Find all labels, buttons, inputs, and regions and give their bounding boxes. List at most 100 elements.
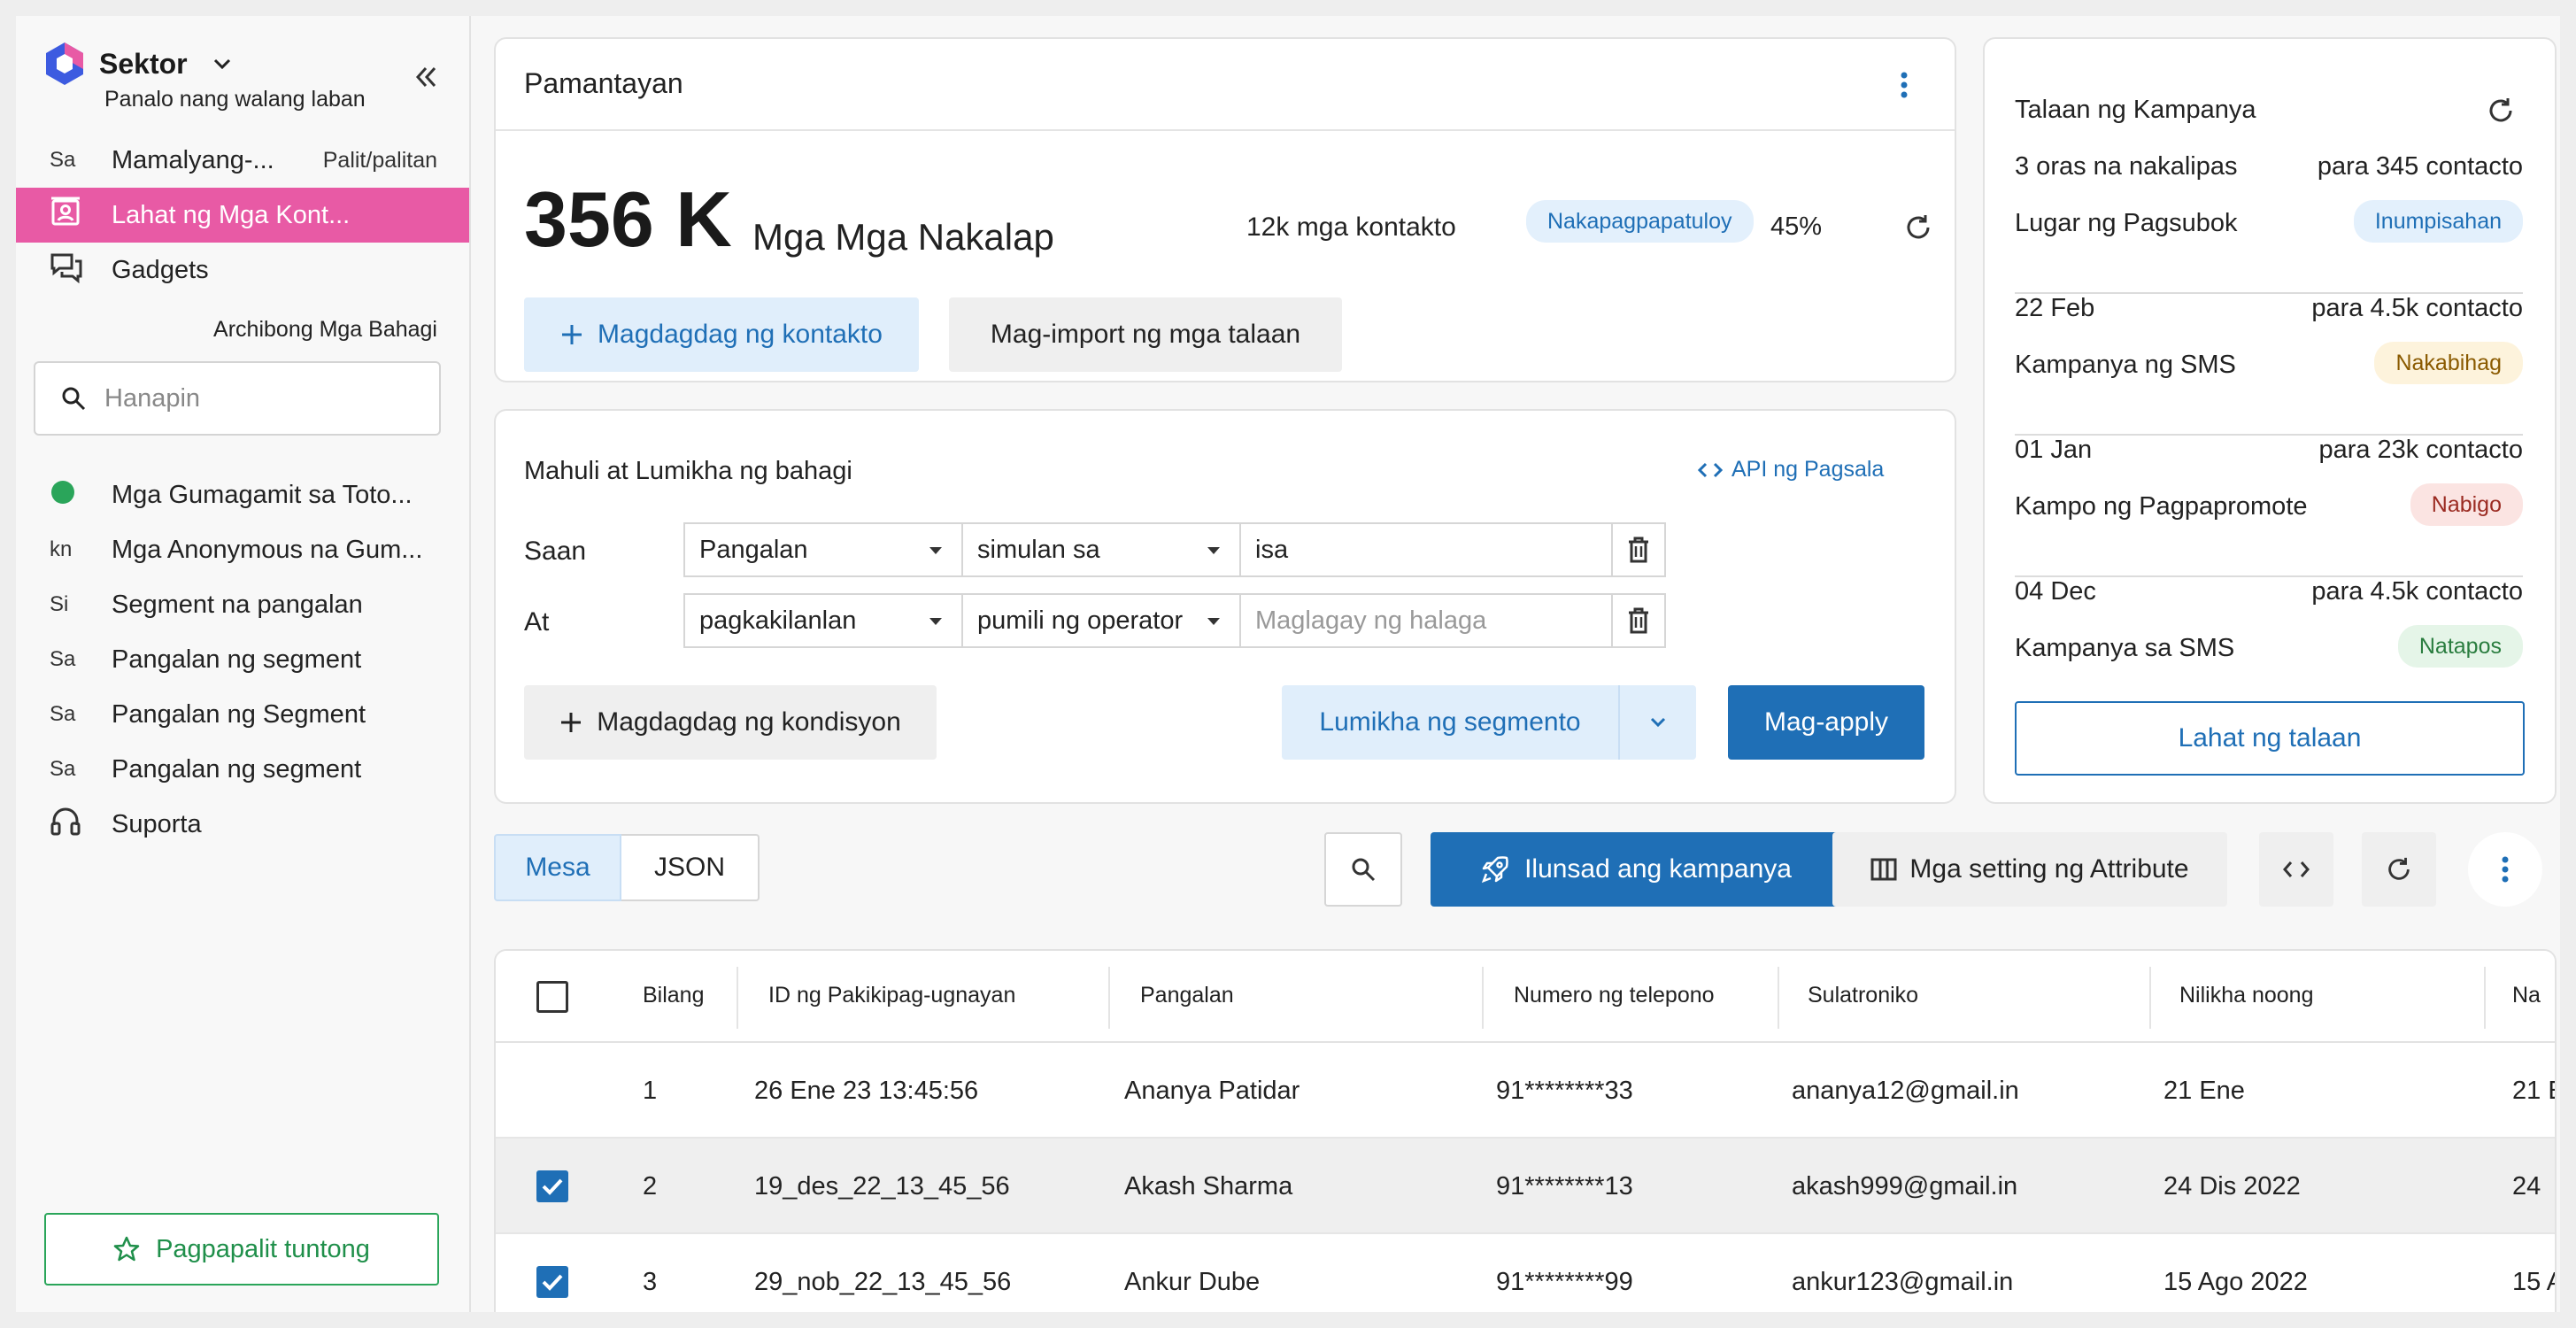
- view-json-tab[interactable]: JSON: [621, 834, 760, 901]
- field-select[interactable]: Pangalan: [683, 522, 963, 577]
- add-condition-label: Magdagdag ng kondisyon: [597, 707, 901, 737]
- checkmark-icon: [542, 1178, 563, 1195]
- more-vertical-icon: [2502, 856, 2509, 883]
- campaign-item[interactable]: 3 oras na nakalipas para 345 contacto Lu…: [2015, 152, 2523, 294]
- brand-name: Sektor: [99, 47, 188, 80]
- campaign-item[interactable]: 04 Dec para 4.5k contacto Kampanya sa SM…: [2015, 577, 2523, 719]
- code-view-button[interactable]: [2259, 832, 2333, 907]
- all-list-button[interactable]: Lahat ng talaan: [2015, 701, 2525, 776]
- add-condition-button[interactable]: Magdagdag ng kondisyon: [524, 685, 937, 760]
- column-header-name[interactable]: Pangalan: [1140, 983, 1234, 1008]
- contacts-count: 12k mga kontakto: [1246, 212, 1456, 242]
- chevron-down-icon: [1650, 717, 1666, 728]
- value-input[interactable]: Maglagay ng halaga: [1239, 593, 1613, 648]
- more-vertical-icon[interactable]: [1900, 71, 1909, 99]
- campaign-item[interactable]: 01 Jan para 23k contacto Kampo ng Pagpap…: [2015, 436, 2523, 577]
- search-input[interactable]: Hanapin: [34, 361, 441, 436]
- sidebar-item-segment-3[interactable]: Sa Pangalan ng Segment: [16, 687, 469, 742]
- table-refresh-button[interactable]: [2362, 832, 2436, 907]
- campaign-date: 01 Jan: [2015, 436, 2093, 464]
- refresh-icon[interactable]: [2486, 96, 2516, 126]
- caret-down-icon: [929, 547, 942, 554]
- column-header-contact-id[interactable]: ID ng Pakikipag-ugnayan: [768, 983, 1015, 1008]
- value-input[interactable]: isa: [1239, 522, 1613, 577]
- add-contact-button[interactable]: Magdagdag ng kontakto: [524, 297, 919, 372]
- table-row[interactable]: 1 26 Ene 23 13:45:56 Ananya Patidar 91**…: [496, 1043, 2555, 1139]
- cell-name: Ankur Dube: [1124, 1268, 1261, 1296]
- cell-contact-id: 29_nob_22_13_45_56: [754, 1268, 1012, 1296]
- launch-campaign-label: Ilunsad ang kampanya: [1524, 854, 1792, 884]
- progress-percent: 45%: [1770, 212, 1823, 241]
- column-divider: [737, 967, 738, 1029]
- sidebar-item-label: Segment na pangalan: [112, 590, 363, 619]
- column-header-phone[interactable]: Numero ng telepono: [1514, 983, 1715, 1008]
- campaign-name: Lugar ng Pagsubok: [2015, 209, 2238, 237]
- cell-phone: 91********99: [1496, 1268, 1633, 1296]
- cell-created: 15 Ago 2022: [2163, 1268, 2308, 1296]
- cell-number: 1: [643, 1077, 658, 1105]
- table-more-button[interactable]: [2468, 832, 2542, 907]
- cell-email: ankur123@gmail.in: [1792, 1268, 2014, 1296]
- campaign-item[interactable]: 22 Feb para 4.5k contacto Kampanya ng SM…: [2015, 294, 2523, 436]
- contacts-table: Bilang ID ng Pakikipag-ugnayan Pangalan …: [494, 949, 2557, 1312]
- select-all-checkbox[interactable]: [536, 981, 568, 1013]
- chevron-down-icon[interactable]: [211, 52, 234, 75]
- sidebar-item-gadgets[interactable]: Gadgets: [16, 243, 469, 297]
- collapse-sidebar-icon[interactable]: [411, 62, 441, 92]
- column-header-created[interactable]: Nilikha noong: [2179, 983, 2314, 1008]
- column-header-extra[interactable]: Na: [2512, 983, 2541, 1008]
- field-select[interactable]: pagkakilanlan: [683, 593, 963, 648]
- headset-icon: [50, 806, 85, 844]
- sidebar-item-support[interactable]: Suporta: [16, 797, 469, 852]
- row-checkbox[interactable]: [536, 1266, 568, 1298]
- sidebar-item-segment-2[interactable]: Sa Pangalan ng segment: [16, 632, 469, 687]
- column-header-number[interactable]: Bilang: [643, 983, 705, 1008]
- trash-icon: [1629, 607, 1648, 634]
- refresh-icon[interactable]: [1903, 212, 1933, 243]
- column-divider: [1482, 967, 1484, 1029]
- total-count: 356 K: [524, 175, 732, 263]
- campaign-status-badge: Natapos: [2397, 625, 2523, 668]
- sidebar-item-real-users[interactable]: Mga Gumagamit sa Toto...: [16, 467, 469, 522]
- operator-select[interactable]: simulan sa: [961, 522, 1241, 577]
- value-input-text: isa: [1255, 535, 1289, 564]
- sidebar-item-segment-4[interactable]: Sa Pangalan ng segment: [16, 742, 469, 797]
- delete-condition-button[interactable]: [1611, 522, 1666, 577]
- sidebar-item-mamalyang[interactable]: Sa Mamalyang-... Palit/palitan: [16, 133, 469, 188]
- table-row[interactable]: 3 29_nob_22_13_45_56 Ankur Dube 91******…: [496, 1234, 2555, 1312]
- campaign-list-title: Talaan ng Kampanya: [2015, 96, 2256, 124]
- search-icon: [62, 387, 86, 411]
- switch-link[interactable]: Palit/palitan: [323, 148, 437, 174]
- brand[interactable]: Sektor: [46, 42, 234, 85]
- column-divider: [1108, 967, 1110, 1029]
- attribute-settings-button[interactable]: Mga setting ng Attribute: [1832, 832, 2227, 907]
- apply-button[interactable]: Mag-apply: [1728, 685, 1924, 760]
- sidebar-item-abbr: Si: [50, 592, 69, 616]
- row-checkbox[interactable]: [536, 1170, 568, 1202]
- sidebar-item-anonymous[interactable]: kn Mga Anonymous na Gum...: [16, 522, 469, 577]
- table-search-button[interactable]: [1324, 832, 1402, 907]
- create-segment-label: Lumikha ng segmento: [1319, 707, 1581, 737]
- sidebar-item-label: Mga Anonymous na Gum...: [112, 535, 423, 564]
- import-list-button[interactable]: Mag-import ng mga talaan: [949, 297, 1342, 372]
- search-placeholder: Hanapin: [104, 383, 201, 413]
- sidebar-item-label: Lahat ng Mga Kont...: [112, 200, 351, 229]
- cell-created: 21 Ene: [2163, 1077, 2245, 1105]
- sidebar-item-abbr: Sa: [50, 148, 76, 172]
- sidebar-item-segment-1[interactable]: Si Segment na pangalan: [16, 577, 469, 632]
- upgrade-button[interactable]: Pagpapalit tuntong: [44, 1213, 439, 1286]
- green-dot-icon: [50, 479, 85, 512]
- create-segment-button[interactable]: Lumikha ng segmento: [1282, 685, 1618, 760]
- sidebar-item-all-contacts[interactable]: Lahat ng Mga Kont...: [16, 188, 469, 243]
- view-table-tab[interactable]: Mesa: [494, 834, 621, 901]
- create-segment-menu-button[interactable]: [1618, 685, 1696, 760]
- star-icon: [113, 1236, 140, 1262]
- chat-icon: [50, 251, 85, 290]
- launch-campaign-button[interactable]: Ilunsad ang kampanya: [1431, 832, 1841, 907]
- delete-condition-button[interactable]: [1611, 593, 1666, 648]
- table-row[interactable]: 2 19_des_22_13_45_56 Akash Sharma 91****…: [496, 1139, 2555, 1234]
- caret-down-icon: [1207, 547, 1220, 554]
- operator-select[interactable]: pumili ng operator: [961, 593, 1241, 648]
- filter-api-link[interactable]: API ng Pagsala: [1698, 457, 1884, 483]
- column-header-email[interactable]: Sulatroniko: [1808, 983, 1918, 1008]
